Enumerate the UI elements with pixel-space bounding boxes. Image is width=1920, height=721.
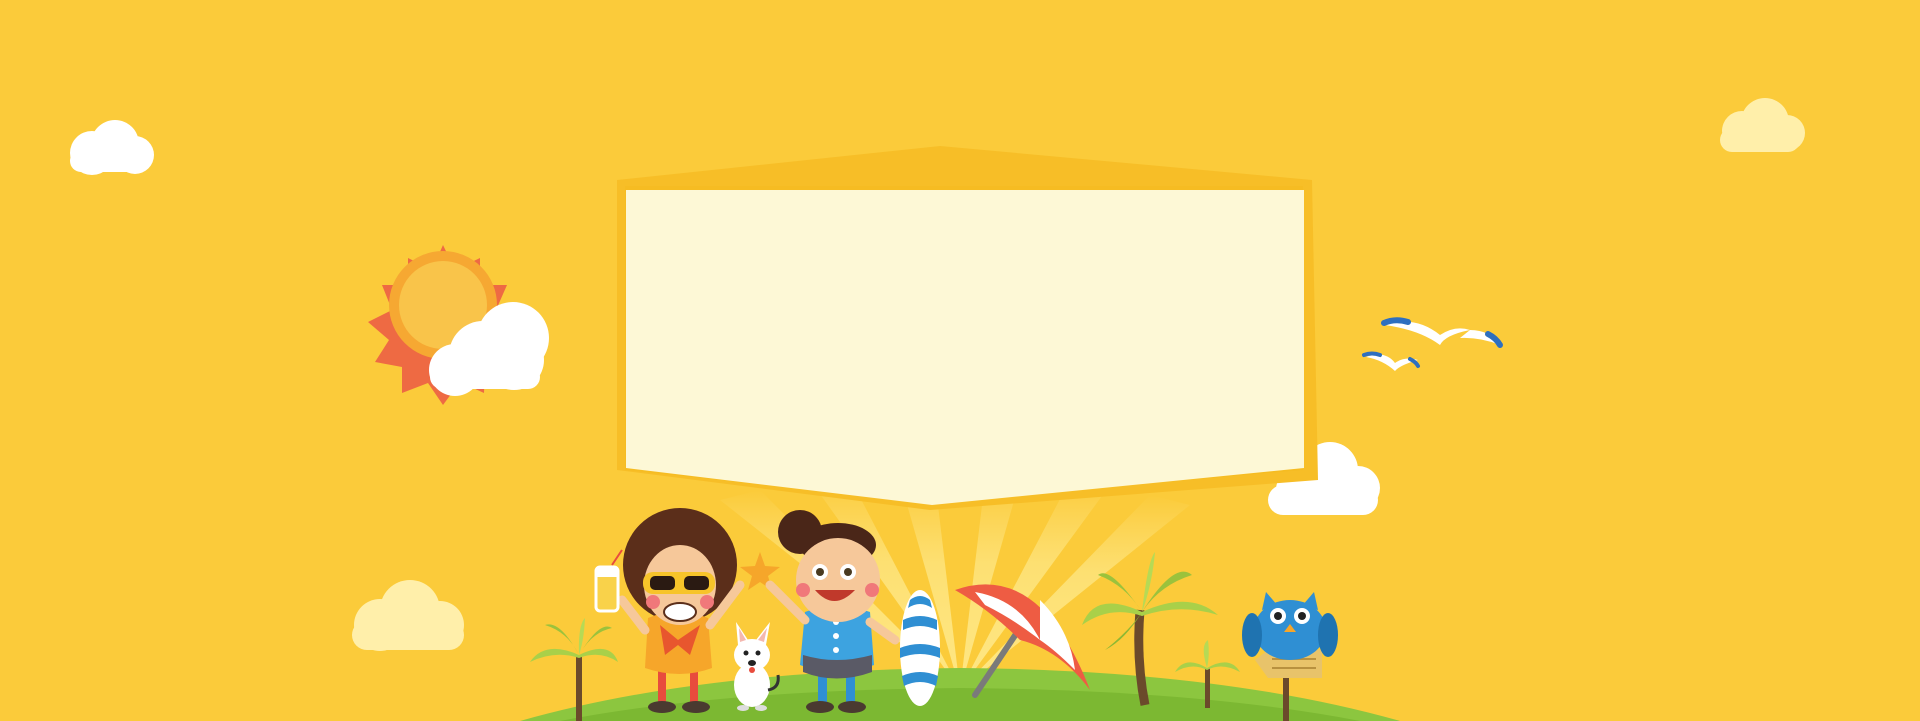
banner-illustration — [0, 0, 1920, 721]
surfboard-icon — [900, 590, 940, 706]
summer-banner — [0, 0, 1920, 721]
central-panel — [617, 146, 1318, 510]
